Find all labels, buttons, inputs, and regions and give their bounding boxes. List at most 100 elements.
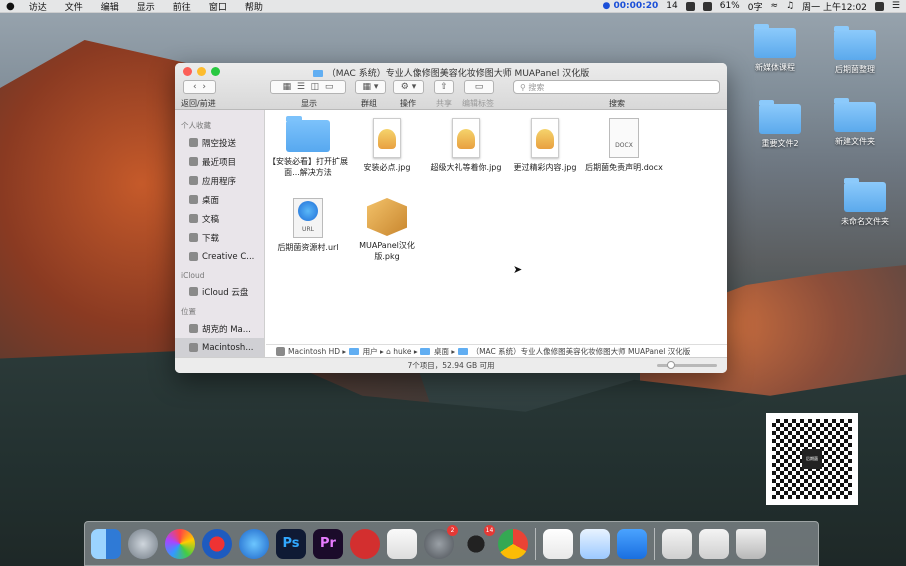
view-mode-buttons[interactable]: ▦ ☰ ◫ ▭ — [270, 80, 346, 94]
dock-launchpad-icon[interactable] — [128, 528, 158, 559]
clock[interactable]: 周一 上午12:02 — [802, 0, 867, 13]
dock-chrome-icon[interactable] — [498, 528, 528, 559]
desktop-folder[interactable]: 重要文件2 — [745, 100, 815, 149]
dock-zoom-icon[interactable] — [617, 528, 647, 559]
apple-menu-icon[interactable]: ● — [6, 1, 15, 12]
column-view-icon[interactable]: ◫ — [311, 82, 320, 92]
notification-count[interactable]: 14 — [666, 1, 677, 11]
back-icon[interactable]: ‹ — [193, 82, 197, 92]
gallery-view-icon[interactable]: ▭ — [325, 82, 334, 92]
back-forward-label: 返回/前进 — [181, 99, 216, 108]
path-segment[interactable]: huke — [393, 347, 411, 356]
window-title: （MAC 系统）专业人像修图美容化妆修图大师 MUAPanel 汉化版 — [175, 66, 727, 79]
sidebar-item-airdrop[interactable]: 隔空投送 — [175, 133, 264, 152]
share-button[interactable]: ⇧ — [434, 80, 454, 94]
file-item[interactable]: 【安装必看】打开扩展面...解决方法 — [268, 116, 348, 178]
wifi-icon[interactable]: ≈ — [770, 1, 778, 11]
dock-netease-music-icon[interactable] — [350, 528, 380, 559]
sidebar-header-locations: 位置 — [181, 307, 196, 316]
menu-finder[interactable]: 访达 — [29, 0, 47, 13]
dock-system-preferences-icon[interactable]: 2 — [424, 524, 458, 559]
sidebar-item-documents[interactable]: 文稿 — [175, 209, 264, 228]
search-icon: ⚲ — [520, 82, 529, 92]
recording-time: 00:00:20 — [613, 1, 659, 11]
action-button[interactable]: ⚙ ▾ — [393, 80, 424, 94]
sidebar-item-creative-cloud[interactable]: Creative C... — [175, 247, 264, 266]
file-item[interactable]: MUAPanel汉化版.pkg — [347, 198, 427, 262]
clock-icon — [189, 157, 198, 166]
dock-premiere-icon[interactable]: Pr — [313, 528, 343, 559]
dock-facetime-icon[interactable] — [387, 528, 417, 559]
sidebar-item-desktop[interactable]: 桌面 — [175, 190, 264, 209]
dock-photos-icon[interactable] — [165, 528, 195, 559]
dock-downloads-stack-icon[interactable] — [699, 528, 729, 559]
desktop-folder[interactable]: 新媒体课程 — [740, 24, 810, 73]
dock-trash-icon[interactable] — [736, 528, 766, 559]
menu-window[interactable]: 窗口 — [209, 0, 227, 13]
status-icon[interactable] — [702, 1, 712, 11]
forward-icon[interactable]: › — [202, 82, 206, 92]
gear-icon: ⚙ ▾ — [400, 82, 417, 92]
dock-documents-stack-icon[interactable] — [662, 528, 692, 559]
sidebar-item-computer[interactable]: 胡克的 Ma... — [175, 319, 264, 338]
spotlight-icon[interactable] — [874, 1, 884, 11]
file-item[interactable]: 超级大礼等着你.jpg — [426, 118, 506, 173]
airdrop-icon — [189, 138, 198, 147]
dock-qq-icon[interactable]: 14 — [461, 524, 495, 559]
folder-icon — [754, 24, 796, 58]
download-icon — [189, 233, 198, 242]
notification-center-icon[interactable]: ☰ — [892, 1, 900, 11]
search-label: 搜索 — [609, 99, 625, 108]
menu-go[interactable]: 前往 — [173, 0, 191, 13]
compass-icon — [298, 201, 318, 221]
menu-edit[interactable]: 编辑 — [101, 0, 119, 13]
desktop-folder[interactable]: 未命名文件夹 — [830, 178, 900, 227]
path-segment[interactable]: 用户 — [363, 346, 378, 357]
path-segment[interactable]: Macintosh HD — [288, 347, 340, 356]
status-icon[interactable] — [685, 1, 695, 11]
desktop-icon — [189, 195, 198, 204]
file-item[interactable]: URL 后期菌资源村.url — [268, 198, 348, 253]
action-label: 操作 — [400, 99, 416, 108]
view-label: 显示 — [301, 99, 317, 108]
back-forward-buttons[interactable]: ‹ › — [183, 80, 216, 94]
sidebar-item-applications[interactable]: 应用程序 — [175, 171, 264, 190]
sidebar-header-favorites: 个人收藏 — [181, 121, 211, 130]
dock-photoshop-icon[interactable]: Ps — [276, 528, 306, 559]
group-icon: ▦ ▾ — [362, 82, 379, 92]
dock-music-icon[interactable] — [202, 528, 232, 559]
sidebar-item-downloads[interactable]: 下载 — [175, 228, 264, 247]
file-item[interactable]: DOCX 后期菌免责声明.docx — [584, 118, 664, 173]
group-button[interactable]: ▦ ▾ — [355, 80, 386, 94]
dock-finder-icon[interactable] — [91, 528, 121, 559]
document-icon: DOCX — [609, 118, 639, 158]
path-segment[interactable]: （MAC 系统）专业人像修图美容化妆修图大师 MUAPanel 汉化版 — [472, 346, 691, 357]
sidebar-item-recents[interactable]: 最近项目 — [175, 152, 264, 171]
icon-size-slider[interactable] — [657, 361, 717, 369]
folder-icon — [420, 347, 431, 355]
folder-icon — [834, 26, 876, 60]
slider-thumb[interactable] — [667, 361, 675, 369]
tags-button[interactable]: ▭ — [464, 80, 494, 94]
desktop-folder[interactable]: 新建文件夹 — [820, 98, 890, 147]
sidebar-item-macintosh-hd[interactable]: Macintosh... — [175, 338, 264, 357]
file-item[interactable]: 安装必点.jpg — [347, 118, 427, 173]
dock-java-icon[interactable] — [543, 528, 573, 559]
input-method[interactable]: 0字 — [748, 0, 763, 13]
list-view-icon[interactable]: ☰ — [297, 82, 305, 92]
dock-baidu-netdisk-icon[interactable] — [580, 528, 610, 559]
icon-view-icon[interactable]: ▦ — [283, 82, 292, 92]
volume-icon[interactable]: ♫ — [786, 1, 794, 11]
menu-file[interactable]: 文件 — [65, 0, 83, 13]
file-item[interactable]: 更过精彩内容.jpg — [505, 118, 585, 173]
battery-percent[interactable]: 61% — [720, 1, 740, 11]
search-input[interactable]: ⚲ 搜索 — [513, 80, 720, 94]
dock-safari-icon[interactable] — [239, 528, 269, 559]
menu-view[interactable]: 显示 — [137, 0, 155, 13]
path-segment[interactable]: 桌面 — [434, 346, 449, 357]
menu-help[interactable]: 帮助 — [245, 0, 263, 13]
desktop-folder[interactable]: 后期菌整理 — [820, 26, 890, 75]
recording-indicator[interactable]: ● 00:00:20 — [603, 1, 659, 11]
sidebar-item-icloud-drive[interactable]: iCloud 云盘 — [175, 282, 264, 301]
applications-icon — [189, 176, 198, 185]
